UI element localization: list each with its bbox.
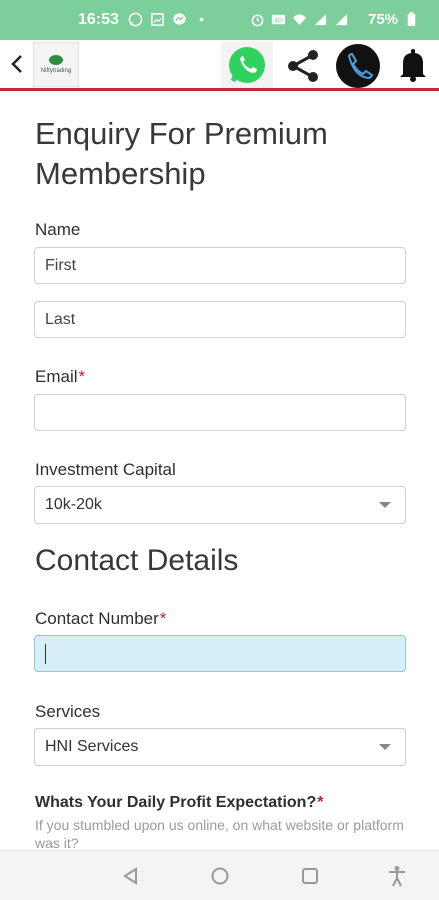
home-circle-icon [211,867,229,885]
email-label: Email* [35,367,86,386]
contact-details-heading: Contact Details [35,544,239,577]
investment-value: 10k-20k [45,496,102,513]
required-mark: * [78,367,86,386]
dot-icon [199,17,204,22]
accessibility-button[interactable] [386,865,408,887]
battery-percentage: 75% [368,11,399,28]
text-cursor [45,643,46,664]
contact-number-input[interactable] [34,635,406,672]
services-value: HNI Services [45,738,139,755]
call-button[interactable] [333,42,383,89]
share-button[interactable] [280,44,326,88]
whatsapp-icon [128,12,143,27]
form-title: Enquiry For Premium Membership [35,116,328,191]
share-icon [288,50,318,82]
nav-home-button[interactable] [209,865,231,887]
whatsapp-button[interactable] [221,42,273,88]
svg-text:4G: 4G [274,17,283,24]
bell-icon [400,49,426,82]
messenger-icon [173,13,186,25]
logo-text: Niftytrading [40,68,72,74]
app-logo[interactable]: Niftytrading [33,42,79,87]
app-bar: Niftytrading [0,40,439,91]
back-arrow-icon[interactable] [6,52,30,76]
contact-label: Contact Number* [35,609,167,628]
recents-square-icon [302,868,318,884]
battery-icon [407,12,416,27]
data-icon: 4G [271,14,286,24]
enquiry-form: Enquiry For Premium Membership Name Firs… [0,94,439,850]
name-label: Name [35,220,81,239]
nav-recents-button[interactable] [299,865,321,887]
profit-question-hint: If you stumbled upon us online, on what … [35,817,404,850]
required-mark: * [159,609,167,628]
chevron-down-icon [379,502,391,508]
required-mark: * [317,794,324,811]
nav-back-button[interactable] [120,865,142,887]
services-label: Services [35,702,101,721]
investment-select[interactable]: 10k-20k [34,486,406,524]
signal-icon [335,13,348,26]
image-icon [151,13,164,26]
alarm-icon [251,14,264,27]
notification-button[interactable] [394,45,432,85]
investment-label: Investment Capital [35,460,176,479]
status-time: 16:53 [78,11,119,28]
profit-question-label: Whats Your Daily Profit Expectation?* [35,794,324,811]
system-nav-bar [0,850,439,900]
email-input[interactable] [34,394,406,431]
logo-mark [49,55,63,65]
signal-icon [314,13,327,26]
phone-icon [336,43,380,88]
last-name-input[interactable]: Last [34,301,406,338]
back-triangle-icon [123,867,137,885]
first-name-input[interactable]: First [34,247,406,284]
accessibility-icon [389,866,405,887]
services-select[interactable]: HNI Services [34,728,406,766]
status-bar: 16:53 4G 75% [0,0,439,40]
chevron-down-icon [379,744,391,750]
wifi-icon [292,14,307,26]
whatsapp-icon [229,47,265,83]
